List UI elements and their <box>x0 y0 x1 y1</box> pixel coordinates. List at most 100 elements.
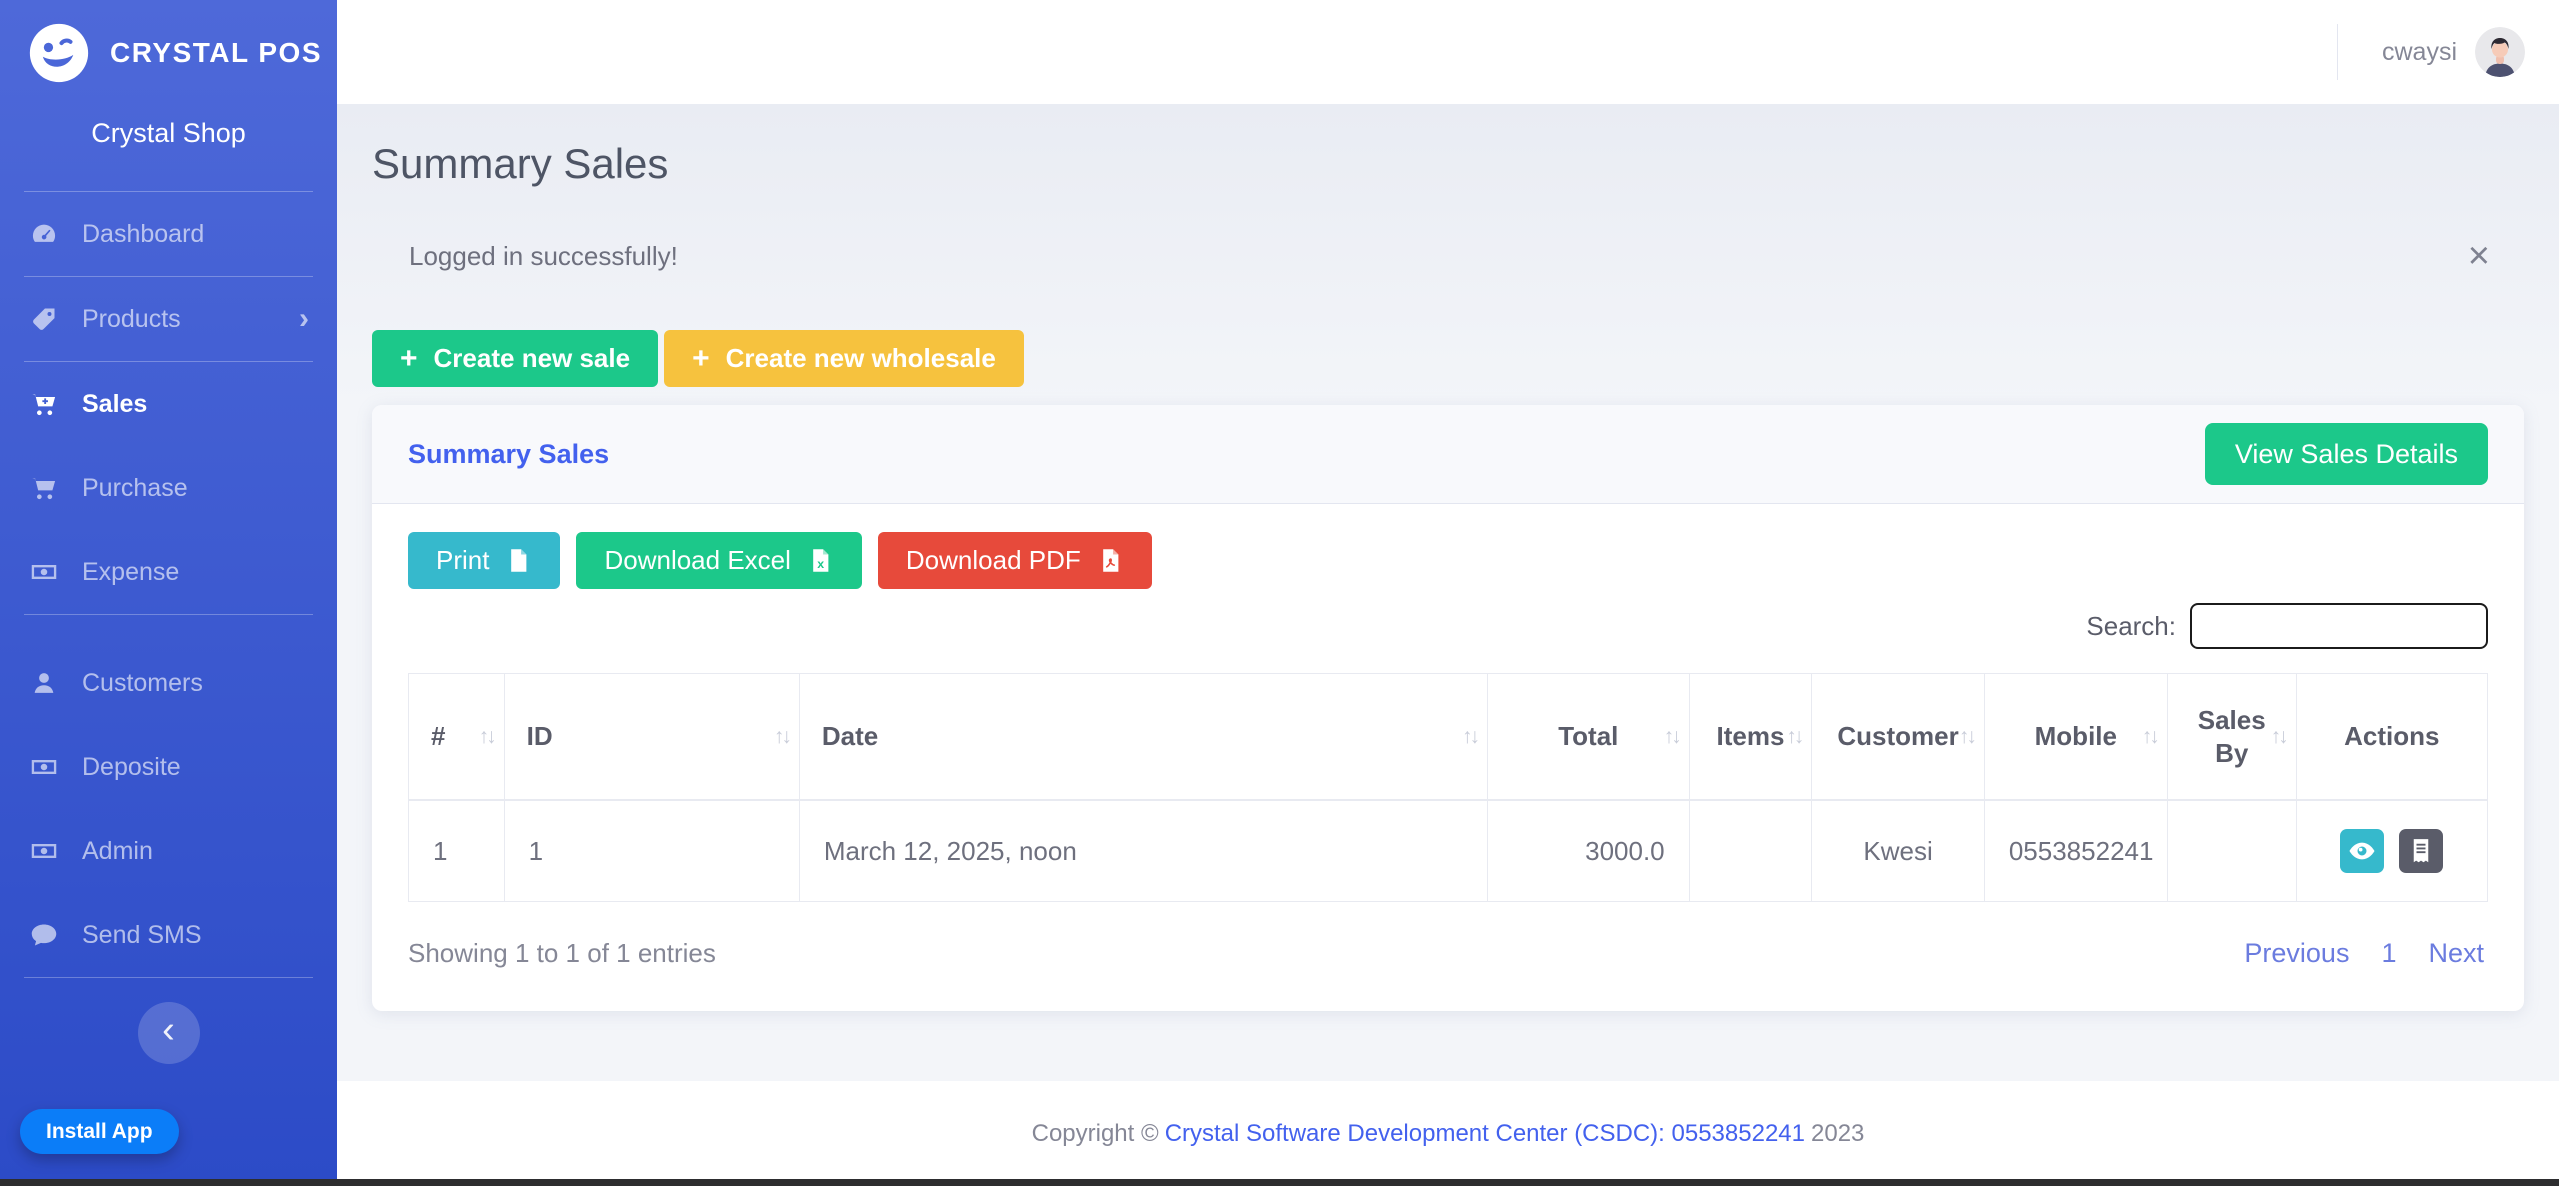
sort-icon: ↑↓ <box>774 723 789 749</box>
pagination-page-1[interactable]: 1 <box>2381 938 2396 969</box>
sidebar-collapse-button[interactable]: ‹ <box>138 1002 200 1064</box>
cell-sales-by <box>2167 800 2296 902</box>
create-buttons-row: + Create new sale + Create new wholesale <box>372 330 2524 387</box>
sidebar-divider <box>24 977 313 978</box>
sidebar-item-customers[interactable]: Customers <box>0 641 337 725</box>
table-row: 1 1 March 12, 2025, noon 3000.0 Kwesi 05… <box>409 800 2488 902</box>
cart-plus-icon <box>30 390 58 418</box>
content: Summary Sales Logged in successfully! × … <box>337 104 2559 1081</box>
money-bill-icon <box>30 837 58 865</box>
column-header-sales-by[interactable]: Sales By↑↓ <box>2167 674 2296 801</box>
main-area: cwaysi Summary Sales Logged in successfu… <box>337 0 2559 1186</box>
sidebar-item-admin[interactable]: Admin <box>0 809 337 893</box>
receipt-row-button[interactable] <box>2399 829 2443 873</box>
install-app-button[interactable]: Install App <box>20 1109 179 1154</box>
sidebar-item-label: Admin <box>82 837 153 866</box>
search-input[interactable] <box>2190 603 2488 649</box>
copyright-prefix: Copyright © <box>1032 1120 1159 1148</box>
column-header-customer[interactable]: Customer↑↓ <box>1812 674 1985 801</box>
column-header-date[interactable]: Date↑↓ <box>799 674 1487 801</box>
sidebar-item-send-sms[interactable]: Send SMS <box>0 893 337 977</box>
sort-icon: ↑↓ <box>1786 723 1801 749</box>
sidebar-item-label: Sales <box>82 390 147 419</box>
company-link[interactable]: Crystal Software Development Center (CSD… <box>1165 1120 1805 1148</box>
column-header-items[interactable]: Items↑↓ <box>1689 674 1812 801</box>
sort-icon: ↑↓ <box>1664 723 1679 749</box>
create-new-sale-label: Create new sale <box>434 343 631 374</box>
page-title: Summary Sales <box>372 140 2524 188</box>
sidebar-item-products[interactable]: Products › <box>0 277 337 361</box>
plus-icon: + <box>400 344 418 374</box>
entries-info: Showing 1 to 1 of 1 entries <box>408 938 716 969</box>
sidebar-item-label: Expense <box>82 558 179 587</box>
table-header-row: #↑↓ ID↑↓ Date↑↓ Total↑↓ Items↑↓ Customer… <box>409 674 2488 801</box>
column-header-num[interactable]: #↑↓ <box>409 674 505 801</box>
card-header: Summary Sales View Sales Details <box>372 405 2524 504</box>
avatar[interactable] <box>2475 27 2525 77</box>
search-row: Search: <box>408 603 2488 649</box>
sidebar-item-purchase[interactable]: Purchase <box>0 446 337 530</box>
bottom-strip <box>0 1179 2559 1186</box>
sort-icon: ↑↓ <box>1462 723 1477 749</box>
card-body: Print Download Excel x Download PDF <box>372 504 2524 1011</box>
cell-items <box>1689 800 1812 902</box>
money-bill-icon <box>30 558 58 586</box>
pagination: Previous 1 Next <box>2244 938 2488 969</box>
column-header-total[interactable]: Total↑↓ <box>1487 674 1689 801</box>
sidebar-item-deposite[interactable]: Deposite <box>0 725 337 809</box>
pagination-previous[interactable]: Previous <box>2244 938 2349 969</box>
sidebar-item-expense[interactable]: Expense <box>0 530 337 614</box>
download-pdf-button[interactable]: Download PDF <box>878 532 1152 589</box>
card-title: Summary Sales <box>408 439 609 470</box>
sidebar-item-dashboard[interactable]: Dashboard <box>0 192 337 276</box>
view-row-button[interactable] <box>2340 829 2384 873</box>
column-header-mobile[interactable]: Mobile↑↓ <box>1984 674 2167 801</box>
pagination-next[interactable]: Next <box>2428 938 2484 969</box>
sort-icon: ↑↓ <box>2142 723 2157 749</box>
plus-icon: + <box>692 344 710 374</box>
sort-icon: ↑↓ <box>1959 723 1974 749</box>
sidebar-item-label: Purchase <box>82 474 188 503</box>
page-footer: Copyright © Crystal Software Development… <box>337 1081 2559 1186</box>
create-new-sale-button[interactable]: + Create new sale <box>372 330 658 387</box>
username[interactable]: cwaysi <box>2382 38 2457 67</box>
cell-id: 1 <box>504 800 799 902</box>
table-footer: Showing 1 to 1 of 1 entries Previous 1 N… <box>408 938 2488 969</box>
view-sales-details-button[interactable]: View Sales Details <box>2205 423 2488 485</box>
sidebar-item-label: Products <box>82 305 181 334</box>
download-excel-button[interactable]: Download Excel x <box>576 532 861 589</box>
topbar-divider <box>2337 24 2338 80</box>
chevron-left-icon: ‹ <box>162 1009 175 1052</box>
sidebar-item-label: Send SMS <box>82 921 202 950</box>
user-icon <box>30 669 58 697</box>
close-icon[interactable]: × <box>2462 236 2496 276</box>
summary-sales-card: Summary Sales View Sales Details Print D… <box>372 405 2524 1011</box>
sort-icon: ↑↓ <box>2271 723 2286 749</box>
sort-icon: ↑↓ <box>479 723 494 749</box>
search-label: Search: <box>2086 611 2176 642</box>
brand[interactable]: CRYSTAL POS <box>0 0 337 84</box>
print-button[interactable]: Print <box>408 532 560 589</box>
cell-date: March 12, 2025, noon <box>799 800 1487 902</box>
sidebar-item-sales[interactable]: Sales <box>0 362 337 446</box>
column-header-id[interactable]: ID↑↓ <box>504 674 799 801</box>
sales-table: #↑↓ ID↑↓ Date↑↓ Total↑↓ Items↑↓ Customer… <box>408 673 2488 902</box>
sidebar-nav: Dashboard Products › Sales Purchase Expe… <box>0 192 337 978</box>
shop-name: Crystal Shop <box>0 118 337 149</box>
cell-mobile: 0553852241 <box>1984 800 2167 902</box>
sidebar: CRYSTAL POS Crystal Shop Dashboard Produ… <box>0 0 337 1186</box>
sidebar-item-label: Dashboard <box>82 220 204 249</box>
cart-icon <box>30 474 58 502</box>
file-icon <box>505 547 532 574</box>
cell-customer: Kwesi <box>1812 800 1985 902</box>
alert: Logged in successfully! × <box>372 236 2524 276</box>
alert-message: Logged in successfully! <box>372 241 678 272</box>
create-new-wholesale-label: Create new wholesale <box>726 343 996 374</box>
file-pdf-icon <box>1097 547 1124 574</box>
dashboard-gauge-icon <box>30 220 58 248</box>
cell-actions <box>2296 800 2487 902</box>
grin-wink-logo-icon <box>28 22 90 84</box>
create-new-wholesale-button[interactable]: + Create new wholesale <box>664 330 1024 387</box>
download-pdf-label: Download PDF <box>906 545 1081 576</box>
money-bill-icon <box>30 753 58 781</box>
